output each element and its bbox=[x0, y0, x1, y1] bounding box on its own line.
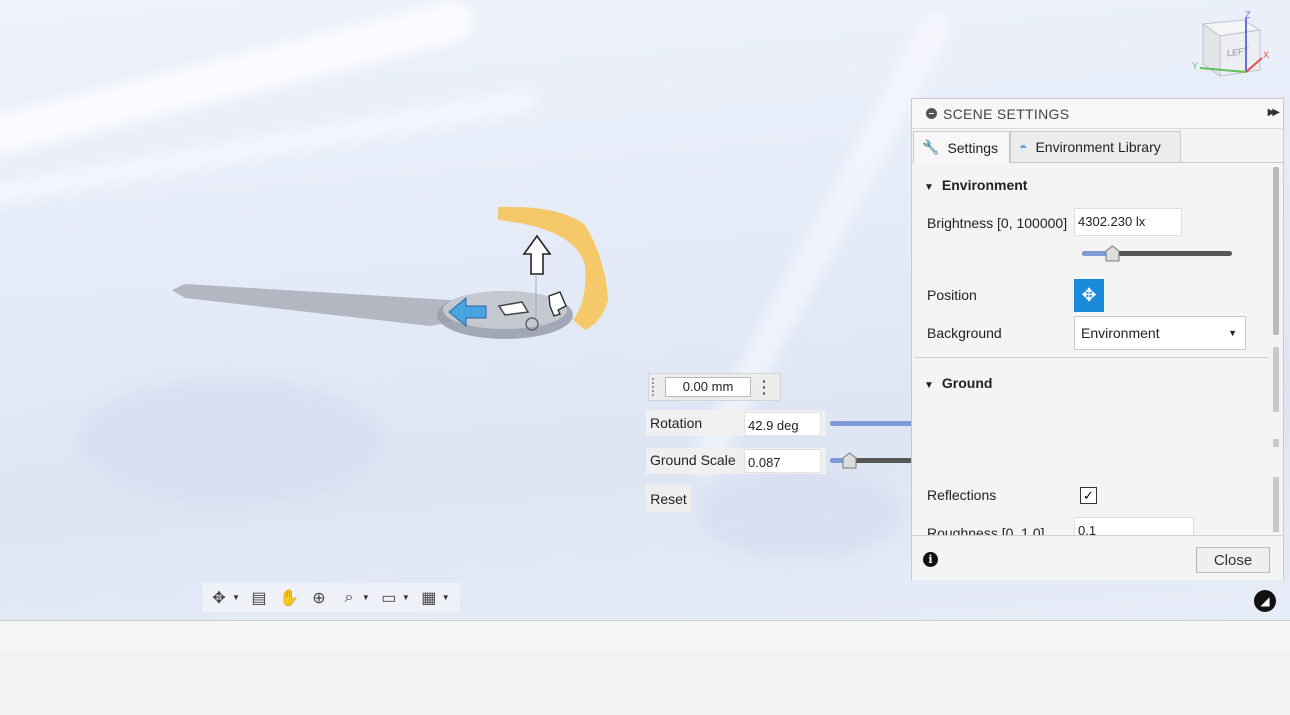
collapse-icon[interactable] bbox=[926, 108, 937, 119]
section-divider bbox=[914, 357, 1269, 358]
settings-content: ▼ Environment Brightness [0, 100000] 4302… bbox=[912, 163, 1275, 535]
grid-icon[interactable]: ▦ bbox=[416, 587, 442, 609]
brightness-label: Brightness [0, 100000] bbox=[927, 215, 1068, 231]
drag-grip-icon[interactable] bbox=[652, 378, 660, 396]
dimension-input[interactable]: 0.00 mm bbox=[665, 377, 751, 397]
look-at-icon[interactable]: ▤ bbox=[246, 587, 272, 609]
axis-z-label: Z bbox=[1245, 10, 1251, 20]
collapse-triangle-icon: ▼ bbox=[924, 182, 934, 193]
ground-scale-label: Ground Scale bbox=[650, 452, 736, 468]
panel-header[interactable]: SCENE SETTINGS ▶▶ bbox=[912, 99, 1283, 129]
roughness-label: Roughness [0, 1.0] bbox=[927, 525, 1045, 535]
roughness-input[interactable]: 0.1 bbox=[1074, 517, 1194, 535]
wrench-icon: 🔧 bbox=[922, 139, 940, 155]
panel-scrollbar[interactable] bbox=[1273, 167, 1279, 532]
position-move-button[interactable]: ✥ bbox=[1074, 279, 1104, 312]
fit-icon[interactable]: ⌕ bbox=[336, 587, 362, 609]
expand-panel-icon[interactable]: ▶▶ bbox=[1268, 107, 1281, 118]
ground-section-title: Ground bbox=[941, 375, 993, 391]
status-bar bbox=[0, 620, 1290, 652]
chevron-down-icon[interactable]: ▼ bbox=[402, 593, 410, 602]
environment-section-header[interactable]: ▼ Environment bbox=[924, 177, 1027, 193]
zoom-icon[interactable]: ⊕ bbox=[306, 587, 332, 609]
ground-scale-slider-thumb[interactable] bbox=[842, 452, 857, 469]
dome-icon: ◓ bbox=[1019, 139, 1028, 155]
collapse-triangle-icon: ▼ bbox=[924, 380, 934, 391]
move-icon: ✥ bbox=[1081, 285, 1097, 305]
chevron-down-icon[interactable]: ▼ bbox=[362, 593, 370, 602]
dimension-input-box: 0.00 mm · · · bbox=[648, 373, 781, 401]
checkmark-icon: ✓ bbox=[1083, 488, 1094, 503]
rotation-input[interactable]: 42.9 deg bbox=[744, 412, 821, 436]
tab-settings-label: Settings bbox=[947, 139, 999, 156]
scene-settings-panel: SCENE SETTINGS ▶▶ 🔧 Settings ◓ Environme… bbox=[911, 98, 1284, 580]
tab-environment-library-label: Environment Library bbox=[1035, 139, 1161, 155]
ground-scale-input[interactable]: 0.087 bbox=[744, 449, 821, 473]
chevron-down-icon[interactable]: ▼ bbox=[232, 593, 240, 602]
chevron-down-icon[interactable]: ▼ bbox=[442, 593, 450, 602]
reflections-label: Reflections bbox=[927, 487, 997, 503]
view-cube[interactable]: LEFT Z X Y bbox=[1188, 10, 1273, 82]
environment-section-title: Environment bbox=[941, 177, 1028, 193]
render-mode-icon[interactable]: ◢ bbox=[1254, 590, 1276, 612]
ground-section-header[interactable]: ▼ Ground bbox=[924, 375, 992, 391]
close-button[interactable]: Close bbox=[1196, 547, 1270, 573]
tab-environment-library[interactable]: ◓ Environment Library bbox=[1010, 131, 1181, 162]
bottom-area bbox=[0, 651, 1290, 715]
axis-x-label: X bbox=[1263, 50, 1269, 60]
axis-y-label: Y bbox=[1192, 61, 1198, 71]
more-options-icon[interactable]: · · · bbox=[762, 374, 767, 400]
background-label: Background bbox=[927, 325, 1002, 341]
panel-tabs: 🔧 Settings ◓ Environment Library bbox=[912, 130, 1283, 163]
reflections-checkbox[interactable]: ✓ bbox=[1080, 487, 1097, 504]
info-icon[interactable]: i bbox=[923, 552, 938, 567]
brightness-slider-thumb[interactable] bbox=[1105, 245, 1120, 262]
tab-settings[interactable]: 🔧 Settings bbox=[913, 131, 1010, 163]
pan-icon[interactable]: ✋ bbox=[276, 587, 302, 609]
navigation-toolbar: ✥ ▼ ▤ ✋ ⊕ ⌕ ▼ ▭ ▼ ▦ ▼ bbox=[202, 583, 460, 612]
chevron-down-icon: ▼ bbox=[1228, 328, 1237, 338]
up-arrow-icon bbox=[522, 234, 552, 275]
background-select-value: Environment bbox=[1081, 325, 1160, 341]
panel-footer: i Close bbox=[912, 535, 1283, 580]
background-select[interactable]: Environment ▼ bbox=[1074, 316, 1246, 350]
reset-button[interactable]: Reset bbox=[646, 485, 691, 512]
position-label: Position bbox=[927, 287, 977, 303]
panel-title: SCENE SETTINGS bbox=[943, 105, 1070, 122]
brightness-input[interactable]: 4302.230 lx bbox=[1074, 208, 1182, 236]
gizmo-shadow-arm bbox=[172, 284, 452, 326]
rotation-label: Rotation bbox=[650, 415, 703, 431]
display-settings-icon[interactable]: ▭ bbox=[376, 587, 402, 609]
orbit-icon[interactable]: ✥ bbox=[206, 587, 232, 609]
